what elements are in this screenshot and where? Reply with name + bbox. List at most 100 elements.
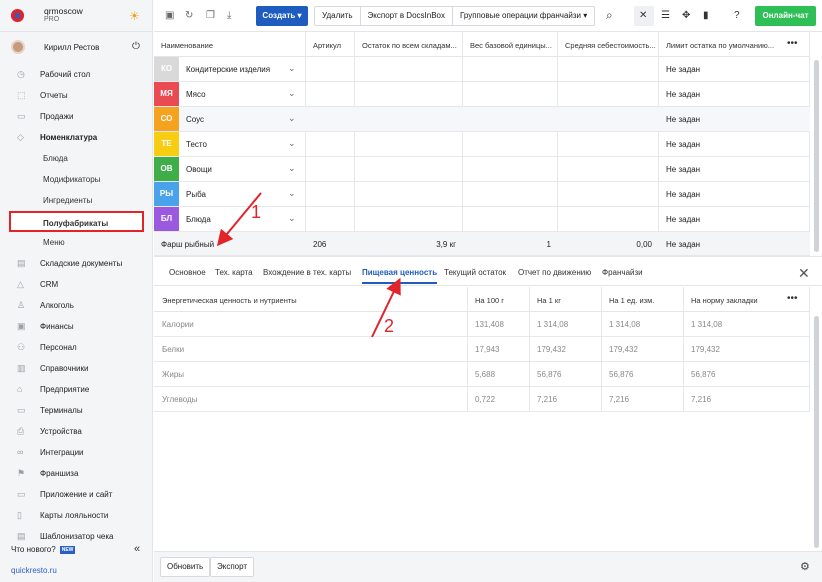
table-row[interactable]: ОВ Овощи ⌄ Не задан	[154, 157, 810, 182]
tab-included-in[interactable]: Вхождение в тех. карты	[263, 268, 351, 277]
move-icon[interactable]: ✥	[682, 10, 690, 21]
list-view-icon[interactable]: ☰	[661, 10, 670, 21]
download-icon[interactable]: ⤓	[227, 10, 231, 21]
export-docsinbox-button[interactable]: Экспорт в DocsInBox	[361, 7, 453, 25]
sidebar-item-22[interactable]: ▤ Шаблонизатор чека	[0, 526, 153, 547]
site-link[interactable]: quickresto.ru	[11, 566, 57, 575]
chevron-down-icon[interactable]: ⌄	[288, 113, 296, 124]
sidebar-item-3[interactable]: ◇ Номенклатура	[0, 127, 153, 148]
refresh-icon[interactable]: ↻	[185, 10, 193, 21]
tab-current-stock[interactable]: Текущий остаток	[444, 268, 506, 277]
table-row[interactable]: МЯ Мясо ⌄ Не задан	[154, 82, 810, 107]
refresh-button[interactable]: Обновить	[160, 557, 211, 577]
sidebar-item-8[interactable]: Меню	[0, 232, 153, 253]
sidebar-item-11[interactable]: ♙ Алкоголь	[0, 295, 153, 316]
tab-tech-card[interactable]: Тех. карта	[215, 268, 253, 277]
sidebar-item-icon: ▥	[17, 363, 26, 373]
detail-scrollbar[interactable]	[814, 316, 819, 548]
sidebar-item-14[interactable]: ▥ Справочники	[0, 358, 153, 379]
column-menu-icon[interactable]: •••	[787, 38, 798, 49]
col-limit[interactable]: Лимит остатка по умолчанию...	[666, 41, 781, 50]
chevron-down-icon[interactable]: ⌄	[288, 163, 296, 174]
sidebar-item-7[interactable]: Полуфабрикаты	[9, 211, 144, 232]
grid-scrollbar[interactable]	[814, 60, 819, 252]
save-icon[interactable]: ▣	[165, 10, 174, 21]
sidebar-item-20[interactable]: ▭ Приложение и сайт	[0, 484, 153, 505]
sidebar-item-icon: ▯	[17, 510, 22, 520]
export-button[interactable]: Экспорт	[210, 557, 255, 577]
chevron-down-icon[interactable]: ⌄	[288, 63, 296, 74]
online-chat-button[interactable]: Онлайн-чат	[755, 6, 816, 26]
avatar[interactable]	[11, 40, 25, 54]
chevron-down-icon[interactable]: ⌄	[288, 213, 296, 224]
sidebar-item-9[interactable]: ▤ Складские документы	[0, 253, 153, 274]
group-operations-dropdown[interactable]: Групповые операции франчайзи ▾	[453, 7, 594, 25]
table-row[interactable]: СО Соус ⌄ Не задан	[154, 107, 810, 132]
help-icon[interactable]: ?	[734, 10, 740, 21]
col-article[interactable]: Артикул	[313, 41, 341, 50]
sidebar-item-18[interactable]: ∞ Интеграции	[0, 442, 153, 463]
sidebar-item-icon: ⚇	[17, 342, 26, 352]
table-row[interactable]: КО Кондитерские изделия ⌄ Не задан	[154, 57, 810, 82]
nutrition-row[interactable]: Калории 131,408 1 314,08 1 314,08 1 314,08	[154, 312, 810, 337]
nutrient-name: Белки	[162, 345, 185, 354]
sidebar-item-6[interactable]: Ингредиенты	[0, 190, 153, 211]
sidebar-item-13[interactable]: ⚇ Персонал	[0, 337, 153, 358]
nutrition-row[interactable]: Углеводы 0,722 7,216 7,216 7,216	[154, 387, 810, 412]
sidebar-item-icon: ▤	[17, 258, 26, 268]
delete-button[interactable]: Удалить	[315, 7, 361, 25]
brand-header[interactable]: qrmoscow PRO ☀	[0, 0, 153, 32]
settings-sliders-icon[interactable]: ⚙	[800, 560, 810, 573]
nutrition-menu-icon[interactable]: •••	[787, 293, 798, 304]
tab-movement-report[interactable]: Отчет по движению	[518, 268, 591, 277]
col-name[interactable]: Наименование	[161, 41, 213, 50]
theme-sun-icon[interactable]: ☀	[129, 9, 140, 23]
col-weight[interactable]: Вес базовой единицы...	[470, 41, 565, 50]
tab-main[interactable]: Основное	[169, 268, 206, 277]
sidebar-item-21[interactable]: ▯ Карты лояльности	[0, 505, 153, 526]
nutrient-name: Жиры	[162, 370, 185, 379]
trash-icon[interactable]: ▮	[703, 10, 709, 21]
col-stock[interactable]: Остаток по всем складам...	[362, 41, 462, 50]
col-nutrient[interactable]: Энергетическая ценность и нутриенты	[162, 296, 297, 305]
power-icon[interactable]: ⏻	[132, 41, 140, 52]
whats-new-link[interactable]: Что нового? NEW	[11, 545, 76, 554]
sidebar-item-10[interactable]: △ CRM	[0, 274, 153, 295]
sidebar-item-15[interactable]: ⌂ Предприятие	[0, 379, 153, 400]
table-row[interactable]: ТЕ Тесто ⌄ Не задан	[154, 132, 810, 157]
tab-franchisee[interactable]: Франчайзи	[602, 268, 643, 277]
collapse-sidebar-icon[interactable]: «	[134, 543, 140, 555]
sidebar-item-5[interactable]: Модификаторы	[0, 169, 153, 190]
sidebar-item-2[interactable]: ▭ Продажи	[0, 106, 153, 127]
sidebar-item-icon: ⎙	[17, 426, 25, 436]
chevron-down-icon[interactable]: ⌄	[288, 88, 296, 99]
app-logo-icon	[10, 8, 25, 23]
tab-nutrition[interactable]: Пищевая ценность	[362, 268, 438, 284]
sidebar-item-19[interactable]: ⚑ Франшиза	[0, 463, 153, 484]
col-perunit[interactable]: На 1 ед. изм.	[609, 296, 654, 305]
copy-icon[interactable]: ❐	[206, 10, 215, 21]
close-icon[interactable]: ✕	[798, 265, 810, 282]
panel-splitter[interactable]	[154, 256, 822, 257]
sidebar-item-1[interactable]: ⬚ Отчеты	[0, 85, 153, 106]
sidebar-item-17[interactable]: ⎙ Устройства	[0, 421, 153, 442]
search-icon[interactable]: ⌕	[606, 8, 613, 23]
chevron-down-icon[interactable]: ⌄	[288, 138, 296, 149]
value-perunit: 7,216	[609, 395, 630, 404]
nutrition-row[interactable]: Белки 17,943 179,432 179,432 179,432	[154, 337, 810, 362]
sidebar-item-16[interactable]: ▭ Терминалы	[0, 400, 153, 421]
sidebar-item-12[interactable]: ▣ Финансы	[0, 316, 153, 337]
create-button[interactable]: Создать ▾	[256, 6, 308, 26]
chevron-down-icon[interactable]: ⌄	[288, 188, 296, 199]
sidebar-item-4[interactable]: Блюда	[0, 148, 153, 169]
nutrition-row[interactable]: Жиры 5,688 56,876 56,876 56,876	[154, 362, 810, 387]
col-per100[interactable]: На 100 г	[475, 296, 504, 305]
user-name: Кирилл Рестов	[44, 43, 100, 52]
table-row-selected[interactable]: Фарш рыбный 206 3,9 кг 1 0,00 Не задан	[154, 232, 810, 256]
sidebar-item-0[interactable]: ◷ Рабочий стол	[0, 64, 153, 85]
col-cost[interactable]: Средняя себестоимость...	[565, 41, 660, 50]
value-pernorm: 1 314,08	[691, 320, 723, 329]
col-perkg[interactable]: На 1 кг	[537, 296, 561, 305]
item-cost: 0,00	[636, 240, 652, 249]
col-pernorm[interactable]: На норму закладки	[691, 296, 758, 305]
